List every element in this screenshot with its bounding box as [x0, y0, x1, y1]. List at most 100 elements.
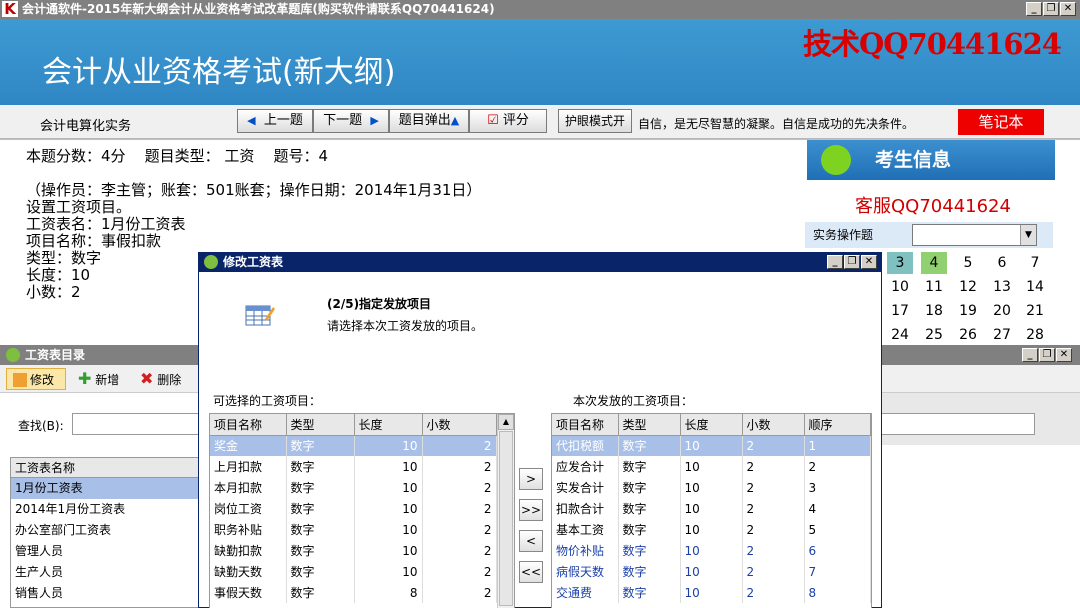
table-row[interactable]: 代扣税额 数字 10 2 1 [552, 435, 871, 456]
scroll-up-icon[interactable]: ▲ [498, 414, 514, 430]
question-popup-button[interactable]: 题目弹出▲ [389, 109, 469, 133]
table-row[interactable]: 应发合计 数字 10 2 2 [552, 456, 871, 477]
question-number[interactable]: 25 [921, 324, 947, 346]
question-number[interactable]: 5 [955, 252, 981, 274]
question-number[interactable]: 27 [989, 324, 1015, 346]
eye-care-mode-button[interactable]: 护眼模式开 [558, 109, 632, 133]
question-number[interactable]: 17 [887, 300, 913, 322]
table-row[interactable]: 事假天数 数字 8 2 [210, 582, 497, 603]
background-window: _ ❐ ✕ [880, 345, 1080, 608]
column-header[interactable]: 类型 [286, 414, 355, 436]
dialog-maximize-button[interactable]: ❐ [844, 255, 860, 269]
question-number-current[interactable]: 4 [921, 252, 947, 274]
minimize-button[interactable]: _ [1026, 2, 1042, 16]
cell-name: 实发合计 [552, 477, 619, 498]
list-item[interactable]: 2014年1月份工资表 [11, 499, 200, 520]
column-header[interactable]: 类型 [618, 414, 681, 436]
move-one-left-button[interactable]: < [519, 530, 543, 552]
minimize-button[interactable]: _ [1022, 348, 1038, 362]
person-icon [821, 145, 851, 175]
question-number[interactable]: 3 [887, 252, 913, 274]
table-row[interactable]: 缺勤天数 数字 10 2 [210, 561, 497, 582]
question-number[interactable]: 13 [989, 276, 1015, 298]
question-number[interactable]: 28 [1022, 324, 1048, 346]
move-all-right-button[interactable]: >> [519, 499, 543, 521]
table-row[interactable]: 职务补贴 数字 10 2 [210, 519, 497, 540]
next-question-button[interactable]: 下一题 ▶ [313, 109, 389, 133]
question-number[interactable]: 10 [887, 276, 913, 298]
column-header[interactable]: 项目名称 [552, 414, 619, 436]
question-number[interactable]: 12 [955, 276, 981, 298]
close-button[interactable]: ✕ [1060, 2, 1076, 16]
question-number[interactable]: 24 [887, 324, 913, 346]
table-row[interactable]: 交通费 数字 10 2 8 [552, 582, 871, 603]
question-number[interactable]: 18 [921, 300, 947, 322]
move-one-right-button[interactable]: > [519, 468, 543, 490]
cell-decimals: 2 [422, 561, 497, 582]
table-row[interactable]: 上月扣款 数字 10 2 [210, 456, 497, 477]
cell-decimals: 2 [422, 582, 497, 603]
delete-button[interactable]: ✖ 删除 [140, 368, 181, 390]
notebook-button[interactable]: 笔记本 [958, 109, 1044, 135]
table-row[interactable]: 物价补贴 数字 10 2 6 [552, 540, 871, 561]
cell-name: 缺勤扣款 [210, 540, 287, 561]
question-number[interactable]: 7 [1022, 252, 1048, 274]
table-row[interactable]: 基本工资 数字 10 2 5 [552, 519, 871, 540]
column-header[interactable]: 长度 [354, 414, 423, 436]
table-row[interactable]: 奖金 数字 10 2 [210, 435, 497, 456]
restore-button[interactable]: ❐ [1043, 2, 1059, 16]
question-line: 项目名称：事假扣款 [26, 232, 162, 250]
question-number[interactable]: 26 [955, 324, 981, 346]
cell-order: 2 [804, 456, 871, 477]
question-number[interactable]: 20 [989, 300, 1015, 322]
column-header[interactable]: 长度 [680, 414, 743, 436]
background-content [880, 445, 1080, 608]
list-item[interactable]: 生产人员 [11, 562, 200, 583]
question-number[interactable]: 19 [955, 300, 981, 322]
search-input[interactable] [72, 413, 202, 435]
cell-type: 数字 [286, 561, 355, 582]
question-number[interactable]: 6 [989, 252, 1015, 274]
table-row[interactable]: 缺勤扣款 数字 10 2 [210, 540, 497, 561]
cell-order: 5 [804, 519, 871, 540]
list-item[interactable]: 管理人员 [11, 541, 200, 562]
table-row[interactable]: 扣款合计 数字 10 2 4 [552, 498, 871, 519]
cell-type: 数字 [618, 435, 681, 456]
question-meta: 本题分数：4分 题目类型： 工资 题号：4 [26, 147, 329, 165]
question-number[interactable]: 14 [1022, 276, 1048, 298]
add-button[interactable]: ✚ 新增 [78, 368, 119, 390]
cell-length: 10 [680, 540, 743, 561]
background-search-input[interactable] [880, 413, 1035, 435]
column-header[interactable]: 顺序 [804, 414, 871, 436]
column-header[interactable]: 小数 [742, 414, 805, 436]
score-button[interactable]: ☑ 评分 [469, 109, 547, 133]
available-grid-scrollbar[interactable]: ▲ [497, 414, 514, 608]
list-item[interactable]: 1月份工资表 [11, 478, 200, 499]
close-button[interactable]: ✕ [1056, 348, 1072, 362]
restore-button[interactable]: ❐ [1039, 348, 1055, 362]
list-item[interactable]: 办公室部门工资表 [11, 520, 200, 541]
edit-button[interactable]: 修改 [6, 368, 66, 390]
available-items-label: 可选择的工资项目： [213, 394, 322, 408]
table-row[interactable]: 病假天数 数字 10 2 7 [552, 561, 871, 582]
cell-name: 代扣税额 [552, 435, 619, 456]
scroll-thumb[interactable] [499, 431, 513, 606]
table-row[interactable]: 本月扣款 数字 10 2 [210, 477, 497, 498]
column-header[interactable]: 项目名称 [210, 414, 287, 436]
question-number[interactable]: 21 [1022, 300, 1048, 322]
table-row[interactable]: 岗位工资 数字 10 2 [210, 498, 497, 519]
list-item[interactable]: 销售人员 [11, 583, 200, 604]
popup-label: 题目弹出 [398, 113, 451, 128]
cell-length: 10 [680, 561, 743, 582]
move-all-left-button[interactable]: << [519, 561, 543, 583]
question-number[interactable]: 11 [921, 276, 947, 298]
prev-question-button[interactable]: ◀ 上一题 [237, 109, 313, 133]
table-row[interactable]: 实发合计 数字 10 2 3 [552, 477, 871, 498]
dialog-minimize-button[interactable]: _ [827, 255, 843, 269]
triangle-left-icon: ◀ [247, 114, 256, 127]
practice-dropdown[interactable]: ▼ [912, 224, 1037, 246]
plus-icon: ✚ [78, 369, 92, 388]
dialog-close-button[interactable]: ✕ [861, 255, 877, 269]
cell-name: 事假天数 [210, 582, 287, 603]
column-header[interactable]: 小数 [422, 414, 497, 436]
